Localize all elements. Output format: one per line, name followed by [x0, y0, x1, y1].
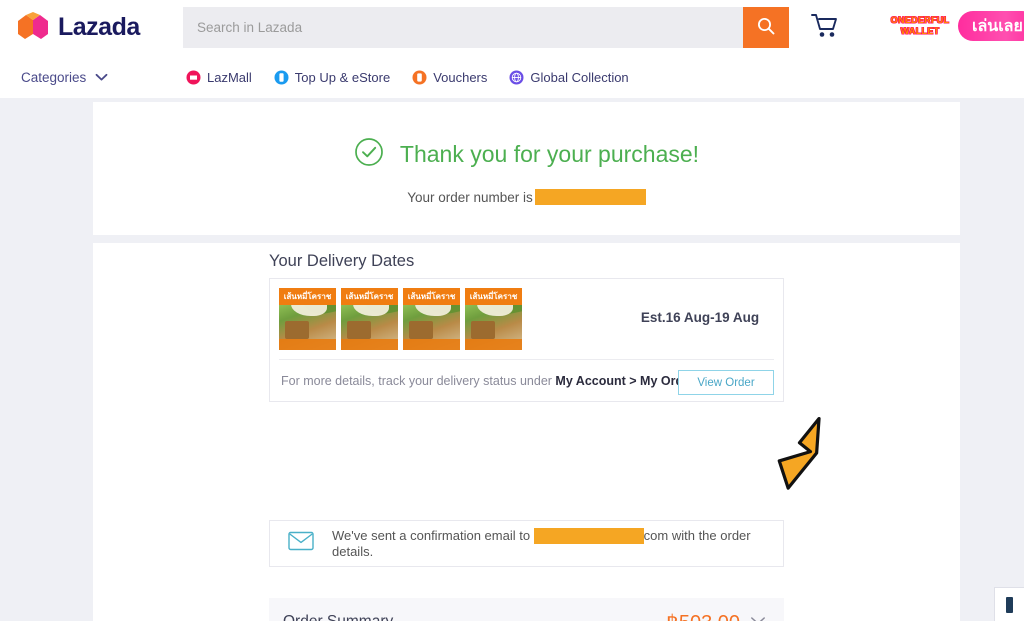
email-text-before: We've sent a confirmation email to [332, 527, 534, 543]
nav-links: LazMall Top Up & eStore Vouchers Global … [186, 70, 629, 85]
corner-widget[interactable] [994, 587, 1024, 621]
topup-icon [274, 70, 289, 85]
search-button[interactable] [743, 7, 789, 48]
thank-you-card: Thank you for your purchase! Your order … [93, 102, 960, 235]
nav-categories[interactable]: Categories [21, 70, 108, 85]
delivery-top-row: เส้นหมี่โคราช เส้นหมี่โคราช เส้นหมี่โครา… [270, 279, 783, 359]
delivery-estimate: Est.16 Aug-19 Aug [640, 310, 760, 325]
page-title: Thank you for your purchase! [399, 141, 700, 167]
product-thumbnail[interactable]: เส้นหมี่โคราช [341, 288, 398, 350]
order-details-card: Your Delivery Dates เส้นหมี่โคราช เส้นหม… [93, 243, 960, 621]
onederful-wallet-logo: ONEDERFUL WALLET [884, 8, 956, 44]
globe-icon [509, 70, 524, 85]
page-root: Lazada Search in Lazada ONEDERFUL WALLET… [0, 0, 1024, 621]
voucher-icon [412, 70, 427, 85]
nav-link-vouchers[interactable]: Vouchers [412, 70, 487, 85]
promo-logo-line2: WALLET [900, 26, 940, 36]
confirmation-email-text: We've sent a confirmation email to com w… [332, 528, 783, 560]
thank-you-heading: Thank you for your purchase! [93, 137, 960, 172]
nav-categories-label: Categories [21, 69, 87, 85]
main-nav: Categories LazMall Top Up & eStore Vouch… [0, 56, 1024, 98]
promo-banner[interactable]: ONEDERFUL WALLET เล่นเลย [884, 4, 1024, 48]
track-order-path: My Account > My Order [555, 374, 695, 388]
promo-logo-line1: ONEDERFUL [890, 15, 950, 25]
chevron-down-icon [95, 70, 108, 85]
check-circle-icon [354, 137, 384, 172]
product-thumbnail-caption: เส้นหมี่โคราช [283, 292, 332, 301]
order-number-redaction [534, 189, 646, 205]
order-number-line: Your order number is [93, 189, 960, 205]
envelope-icon [288, 531, 314, 556]
order-total-amount: ฿503.00 [666, 610, 740, 621]
nav-link-label: Top Up & eStore [294, 69, 391, 85]
nav-link-topup-estore[interactable]: Top Up & eStore [274, 70, 390, 85]
track-order-text: For more details, track your delivery st… [281, 374, 695, 388]
product-thumbnail[interactable]: เส้นหมี่โคราช [403, 288, 460, 350]
track-order-row: For more details, track your delivery st… [270, 360, 783, 402]
product-thumbnail-list: เส้นหมี่โคราช เส้นหมี่โคราช เส้นหมี่โครา… [279, 288, 522, 350]
lazada-heart-logo-icon [16, 12, 50, 42]
cart-button[interactable] [808, 13, 844, 43]
promo-play-button[interactable]: เล่นเลย [958, 11, 1024, 41]
search-icon [756, 16, 776, 39]
nav-link-global-collection[interactable]: Global Collection [509, 69, 629, 85]
product-thumbnail[interactable]: เส้นหมี่โคราช [465, 288, 522, 350]
view-order-button[interactable]: View Order [678, 370, 774, 395]
shopping-cart-icon [811, 13, 841, 44]
order-number-label: Your order number is [407, 189, 533, 205]
delivery-box: เส้นหมี่โคราช เส้นหมี่โคราช เส้นหมี่โครา… [269, 278, 784, 402]
search-input[interactable] [183, 7, 743, 48]
chevron-down-icon[interactable] [750, 613, 766, 621]
site-header: Lazada Search in Lazada ONEDERFUL WALLET… [0, 0, 1024, 56]
lazada-logo[interactable]: Lazada [16, 12, 140, 42]
order-summary-label: Order Summary [283, 613, 393, 621]
delivery-dates-title: Your Delivery Dates [269, 252, 415, 270]
corner-widget-bar [1006, 596, 1013, 613]
nav-link-lazmall[interactable]: LazMall [186, 70, 252, 85]
lazmall-icon [186, 70, 201, 85]
page-body: Thank you for your purchase! Your order … [0, 98, 1024, 621]
product-thumbnail-caption: เส้นหมี่โคราช [469, 292, 518, 301]
email-address-redaction [533, 528, 644, 545]
lazada-logo-text: Lazada [58, 12, 140, 41]
order-summary-right: ฿503.00 [666, 610, 766, 621]
nav-link-label: Vouchers [433, 69, 488, 85]
product-thumbnail[interactable]: เส้นหมี่โคราช [279, 288, 336, 350]
nav-link-label: Global Collection [530, 69, 629, 85]
nav-link-label: LazMall [207, 69, 252, 85]
track-order-prefix: For more details, track your delivery st… [281, 374, 556, 388]
product-thumbnail-caption: เส้นหมี่โคราช [345, 292, 394, 301]
product-thumbnail-caption: เส้นหมี่โคราช [407, 292, 456, 301]
search-bar [183, 7, 789, 48]
confirmation-email-box: We've sent a confirmation email to com w… [269, 520, 784, 567]
order-summary-row[interactable]: Order Summary ฿503.00 [269, 598, 784, 621]
